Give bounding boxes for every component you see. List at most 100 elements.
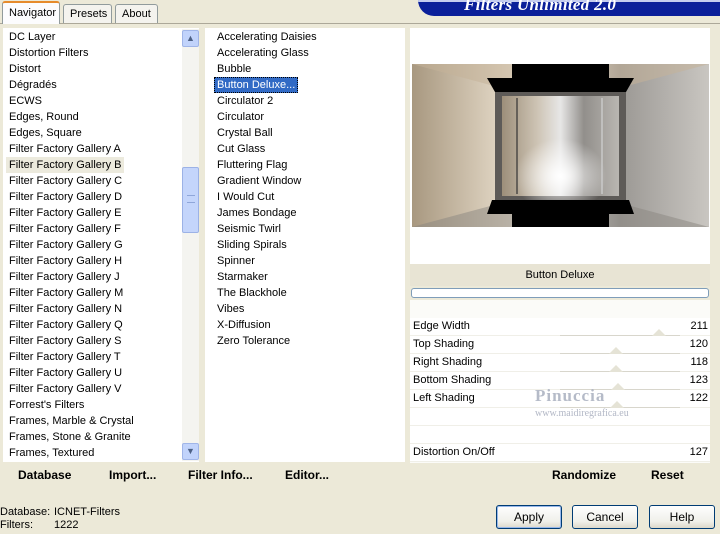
- slider-thumb[interactable]: [609, 347, 624, 354]
- parameter-label: Bottom Shading: [413, 374, 492, 386]
- filter-item[interactable]: Vibes: [214, 301, 247, 317]
- randomize-button[interactable]: Randomize: [552, 468, 616, 482]
- filter-item[interactable]: Circulator 2: [214, 93, 276, 109]
- apply-button[interactable]: Apply: [496, 505, 562, 529]
- preview-image: [412, 64, 709, 227]
- category-scrollbar[interactable]: ▲ ▼: [182, 29, 199, 461]
- filter-item[interactable]: Accelerating Glass: [214, 45, 312, 61]
- title-banner: Filters Unlimited 2.0: [418, 0, 720, 16]
- category-item[interactable]: Filter Factory Gallery F: [6, 221, 124, 237]
- parameter-value: 120: [689, 338, 708, 350]
- category-item[interactable]: Filter Factory Gallery D: [6, 189, 125, 205]
- slider-thumb[interactable]: [608, 365, 623, 372]
- parameter-row[interactable]: Top Shading 120: [410, 336, 710, 354]
- scroll-thumb[interactable]: [182, 167, 199, 233]
- parameter-label: Edge Width: [413, 320, 470, 332]
- bottom-toolbar: Database Import... Filter Info... Editor…: [3, 464, 410, 488]
- database-button[interactable]: Database: [18, 468, 71, 482]
- category-item[interactable]: DC Layer: [6, 29, 58, 45]
- tab-about[interactable]: About: [115, 4, 158, 23]
- filter-item[interactable]: Bubble: [214, 61, 254, 77]
- app-title: Filters Unlimited 2.0: [464, 0, 617, 14]
- parameter-label: Distortion On/Off: [413, 446, 495, 458]
- category-list[interactable]: DC Layer Distortion Filters Distort Dégradé…: [3, 28, 199, 462]
- scroll-up-icon[interactable]: ▲: [182, 30, 199, 47]
- scroll-down-icon[interactable]: ▼: [182, 443, 199, 460]
- filter-item[interactable]: James Bondage: [214, 205, 300, 221]
- category-item[interactable]: Distortion Filters: [6, 45, 91, 61]
- category-item[interactable]: Edges, Round: [6, 109, 82, 125]
- category-item[interactable]: Filter Factory Gallery T: [6, 349, 124, 365]
- filter-item[interactable]: Zero Tolerance: [214, 333, 293, 349]
- category-item[interactable]: Filter Factory Gallery N: [6, 301, 125, 317]
- editor-button[interactable]: Editor...: [285, 468, 329, 482]
- filters-label: Filters:: [0, 519, 33, 531]
- progress-bar: [411, 288, 709, 298]
- filter-item[interactable]: Starmaker: [214, 269, 271, 285]
- parameter-row[interactable]: Distortion On/Off 127: [410, 444, 710, 462]
- parameter-panel: Edge Width 211 Top Shading 120 Right Shading…: [410, 300, 710, 463]
- filter-item[interactable]: Cut Glass: [214, 141, 268, 157]
- category-item[interactable]: Filter Factory Gallery A: [6, 141, 124, 157]
- filter-item[interactable]: X-Diffusion: [214, 317, 274, 333]
- cancel-button[interactable]: Cancel: [572, 505, 638, 529]
- database-value: ICNET-Filters: [54, 506, 120, 518]
- filter-item[interactable]: I Would Cut: [214, 189, 277, 205]
- watermark-name: Pinuccia: [535, 386, 606, 405]
- parameter-row[interactable]: Edge Width 211: [410, 318, 710, 336]
- category-item[interactable]: Filter Factory Gallery J: [6, 269, 123, 285]
- preview-filter-name: Button Deluxe: [410, 264, 710, 286]
- category-item[interactable]: Frames, Textured: [6, 445, 97, 461]
- parameter-row[interactable]: Right Shading 118: [410, 354, 710, 372]
- filter-item[interactable]: Gradient Window: [214, 173, 304, 189]
- filter-item[interactable]: The Blackhole: [214, 285, 290, 301]
- filter-item[interactable]: Spinner: [214, 253, 258, 269]
- category-item[interactable]: Filter Factory Gallery E: [6, 205, 124, 221]
- database-label: Database:: [0, 506, 51, 518]
- category-item[interactable]: Filter Factory Gallery S: [6, 333, 124, 349]
- filter-list[interactable]: Accelerating Daisies Accelerating Glass Bu…: [205, 28, 405, 462]
- tab-presets[interactable]: Presets: [63, 4, 112, 23]
- parameter-value: 118: [690, 356, 708, 368]
- filters-count: 1222: [54, 519, 79, 531]
- filter-item[interactable]: Circulator: [214, 109, 267, 125]
- parameter-row[interactable]: [410, 426, 710, 444]
- tab-navigator[interactable]: Navigator: [2, 1, 60, 24]
- category-item[interactable]: Edges, Square: [6, 125, 85, 141]
- filter-item[interactable]: Button Deluxe...: [214, 77, 299, 93]
- category-item[interactable]: Filter Factory Gallery U: [6, 365, 125, 381]
- parameter-label: Right Shading: [413, 356, 483, 368]
- parameter-value: 211: [690, 320, 708, 332]
- reset-button[interactable]: Reset: [651, 468, 684, 482]
- filter-item[interactable]: Sliding Spirals: [214, 237, 290, 253]
- category-item[interactable]: Frames, Stone & Granite: [6, 429, 134, 445]
- parameter-value: 127: [689, 446, 708, 458]
- filter-item[interactable]: Fluttering Flag: [214, 157, 290, 173]
- category-item[interactable]: Filter Factory Gallery V: [6, 381, 124, 397]
- category-item[interactable]: Filter Factory Gallery H: [6, 253, 125, 269]
- preview-image-graphic: [412, 64, 709, 227]
- slider-thumb[interactable]: [610, 401, 625, 408]
- category-item[interactable]: Forrest's Filters: [6, 397, 87, 413]
- parameter-value: 122: [689, 392, 708, 404]
- parameter-label: Left Shading: [413, 392, 475, 404]
- watermark-url: www.maidiregrafica.eu: [535, 408, 629, 419]
- category-item[interactable]: Dégradés: [6, 77, 60, 93]
- filter-item[interactable]: Crystal Ball: [214, 125, 276, 141]
- import-button[interactable]: Import...: [109, 468, 156, 482]
- slider-thumb[interactable]: [652, 329, 667, 336]
- filter-item[interactable]: Seismic Twirl: [214, 221, 284, 237]
- category-item[interactable]: ECWS: [6, 93, 45, 109]
- category-item[interactable]: Filter Factory Gallery Q: [6, 317, 126, 333]
- category-item[interactable]: Filter Factory Gallery B: [6, 157, 125, 173]
- category-item[interactable]: Filter Factory Gallery M: [6, 285, 126, 301]
- slider-thumb[interactable]: [610, 383, 625, 390]
- category-item[interactable]: Distort: [6, 61, 44, 77]
- category-item[interactable]: Filter Factory Gallery G: [6, 237, 126, 253]
- help-button[interactable]: Help: [649, 505, 715, 529]
- category-item[interactable]: Filter Factory Gallery C: [6, 173, 125, 189]
- filter-info-button[interactable]: Filter Info...: [188, 468, 253, 482]
- filter-item[interactable]: Accelerating Daisies: [214, 29, 320, 45]
- parameter-label: Top Shading: [413, 338, 475, 350]
- category-item[interactable]: Frames, Marble & Crystal: [6, 413, 137, 429]
